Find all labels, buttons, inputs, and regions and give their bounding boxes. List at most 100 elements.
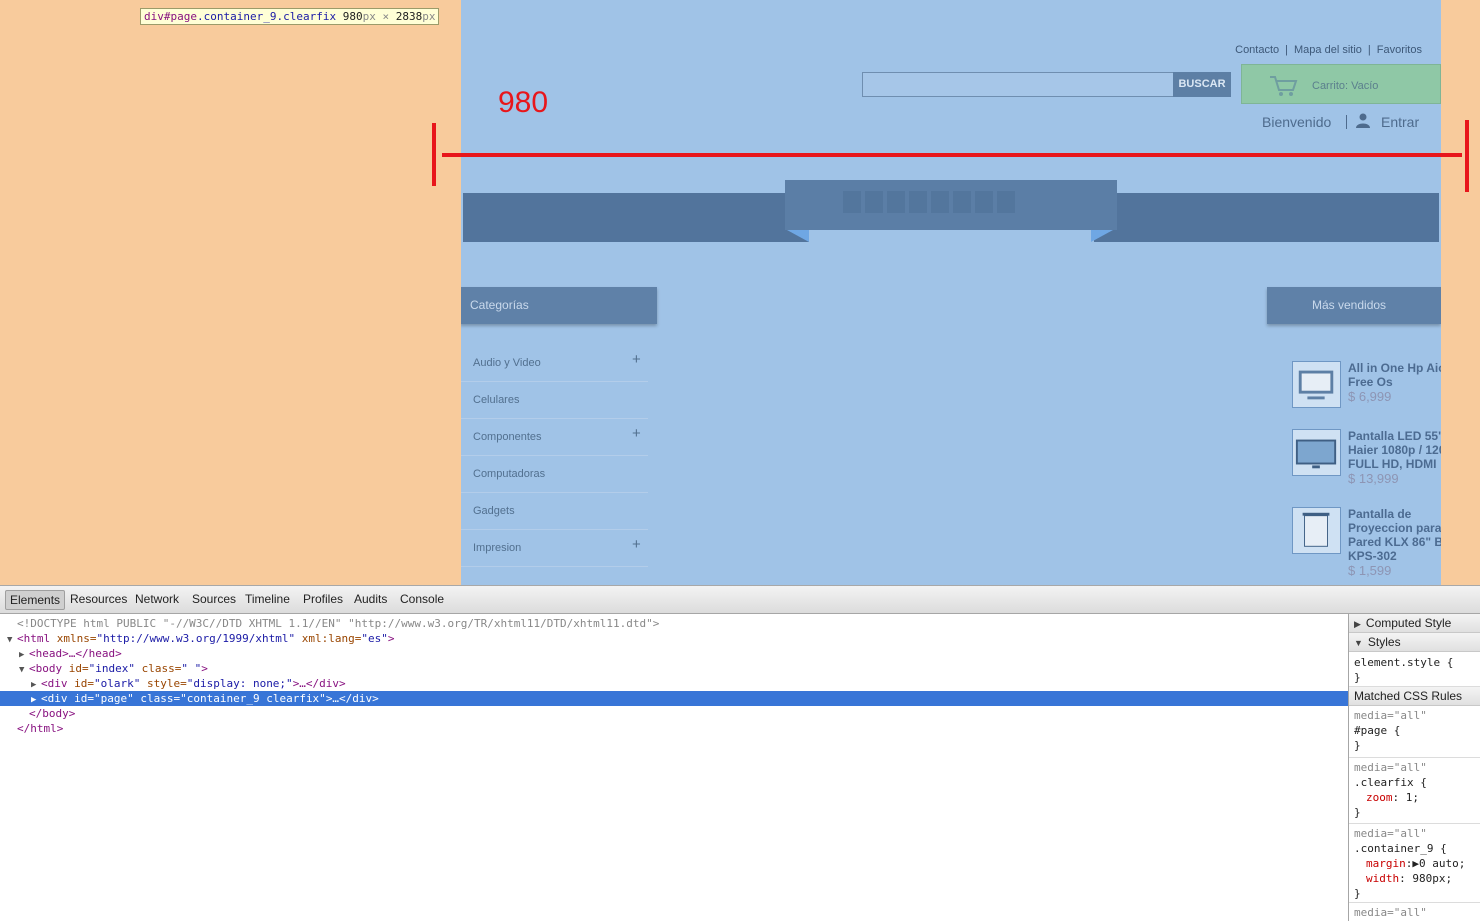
tag-close: >: [201, 662, 208, 675]
dom-page-node-selected[interactable]: ▶ <div id="page" class="container_9 clear…: [0, 691, 1348, 706]
dom-html-node[interactable]: ▼ <html xmlns="http://www.w3.org/1999/xht…: [0, 631, 1348, 646]
div-tag: <div: [41, 677, 68, 690]
tooltip-tag: div: [144, 10, 164, 23]
product-thumbnail[interactable]: [1292, 429, 1341, 476]
tooltip-classes: .container_9.clearfix: [197, 10, 337, 23]
tab-network[interactable]: Network: [135, 592, 179, 606]
banner-fold-right: [1091, 230, 1113, 242]
expand-icon[interactable]: +: [632, 536, 641, 553]
computed-style-header[interactable]: ▶ Computed Style: [1349, 614, 1480, 633]
category-item[interactable]: Componentes +: [461, 419, 648, 456]
tag-close: >…</div>: [325, 692, 379, 705]
inspector-tooltip: div#page.container_9.clearfix 980px × 28…: [140, 8, 440, 25]
attr-name: xmlns=: [50, 632, 97, 645]
attr-value: "http://www.w3.org/1999/xhtml": [96, 632, 296, 645]
dom-olark-node[interactable]: ▶ <div id="olark" style="display: none;">…: [0, 676, 1348, 691]
expand-icon[interactable]: +: [632, 425, 641, 442]
rule-selector: #page {: [1354, 724, 1401, 737]
css-property[interactable]: margin: [1366, 857, 1406, 870]
dom-html-close[interactable]: </html>: [0, 721, 1348, 736]
top-links: Contacto | Mapa del sitio | Favoritos: [1235, 44, 1422, 56]
category-item[interactable]: Gadgets: [461, 493, 648, 530]
rule-selector: .container_9 {: [1354, 842, 1447, 855]
tab-timeline[interactable]: Timeline: [245, 592, 290, 606]
category-label: Celulares: [473, 394, 520, 406]
computer-icon: [1298, 370, 1334, 400]
link-contacto[interactable]: Contacto: [1235, 44, 1279, 56]
page-viewport: Contacto | Mapa del sitio | Favoritos BUSCAR…: [0, 0, 1480, 585]
category-item[interactable]: Impresion +: [461, 530, 648, 567]
collapse-triangle-icon: ▼: [1354, 638, 1363, 648]
categories-list: Audio y Video + Celulares Componentes + Co…: [461, 345, 648, 567]
media-label: media="all": [1354, 761, 1427, 774]
css-property[interactable]: zoom: [1366, 791, 1393, 804]
attr-name: xml:lang=: [295, 632, 362, 645]
styles-label: Styles: [1367, 635, 1401, 649]
computed-style-label: Computed Style: [1365, 616, 1452, 630]
div-tag: <div: [41, 692, 68, 705]
tab-console[interactable]: Console: [400, 592, 444, 606]
matched-rules-label: Matched CSS Rules: [1354, 689, 1463, 703]
product-thumbnail[interactable]: [1292, 507, 1341, 554]
dom-doctype[interactable]: <!DOCTYPE html PUBLIC "-//W3C//DTD XHTML…: [0, 616, 1348, 631]
product-thumbnail[interactable]: [1292, 361, 1341, 408]
attr-value: " ": [181, 662, 202, 675]
css-value[interactable]: :▶0 auto;: [1406, 857, 1466, 870]
product-name[interactable]: Pantalla de Proyeccion para Pared KLX 86…: [1348, 507, 1441, 563]
category-label: Gadgets: [473, 505, 515, 517]
product-name[interactable]: All in One Hp Aio Free Os: [1348, 361, 1441, 389]
tab-profiles[interactable]: Profiles: [303, 592, 343, 606]
body-close-tag: </body>: [29, 707, 76, 720]
rule-close: }: [1354, 887, 1361, 900]
tab-elements[interactable]: Elements: [5, 590, 66, 610]
clearfix-rule[interactable]: media="all" .clearfix { zoom: 1; }: [1349, 758, 1480, 824]
best-sellers-header: Más vendidos: [1267, 287, 1441, 324]
categories-title: Categorías: [470, 298, 529, 312]
link-mapa-del-sitio[interactable]: Mapa del sitio: [1294, 44, 1362, 56]
media-label: media="all": [1354, 906, 1427, 919]
category-item[interactable]: Audio y Video +: [461, 345, 648, 382]
link-favoritos[interactable]: Favoritos: [1377, 44, 1422, 56]
element-style-rule[interactable]: element.style { }: [1349, 653, 1480, 687]
expand-triangle-icon: ▶: [1354, 619, 1361, 629]
styles-header[interactable]: ▼ Styles: [1349, 633, 1480, 652]
page-rule[interactable]: media="all" #page { }: [1349, 707, 1480, 758]
css-value[interactable]: : 980px;: [1399, 872, 1452, 885]
tab-audits[interactable]: Audits: [354, 592, 387, 606]
product-name[interactable]: Pantalla LED 55" Haier 1080p / 120 FULL …: [1348, 429, 1441, 471]
css-property[interactable]: width: [1366, 872, 1399, 885]
attr-name: class=: [133, 692, 181, 705]
attr-value: "display: none;": [186, 677, 293, 690]
cart-button[interactable]: Carrito: Vacío: [1241, 64, 1441, 104]
rule-close: }: [1354, 739, 1361, 752]
dom-head-node[interactable]: ▶ <head>…</head>: [0, 646, 1348, 661]
partial-rule[interactable]: media="all": [1349, 903, 1480, 921]
rule-selector: element.style {: [1354, 656, 1454, 669]
link-separator: |: [1285, 44, 1289, 56]
search-button[interactable]: BUSCAR: [1173, 72, 1231, 97]
css-value[interactable]: : 1;: [1393, 791, 1420, 804]
tv-icon: [1295, 439, 1337, 469]
rule-close: }: [1354, 806, 1361, 819]
tooltip-id: #page: [163, 10, 197, 23]
tab-sources[interactable]: Sources: [192, 592, 236, 606]
product-price: $ 13,999: [1348, 471, 1399, 486]
devtools-panel: Elements Resources Network Sources Timel…: [0, 585, 1480, 921]
container9-rule[interactable]: media="all" .container_9 { margin:▶0 aut…: [1349, 824, 1480, 903]
categories-header: Categorías: [461, 287, 657, 324]
rule-selector: .clearfix {: [1354, 776, 1427, 789]
annotation-tick-right: [1465, 120, 1469, 192]
search-input[interactable]: [862, 72, 1174, 97]
login-divider: [1346, 115, 1347, 129]
category-label: Impresion: [473, 542, 522, 554]
tab-resources[interactable]: Resources: [70, 592, 127, 606]
product-price: $ 1,599: [1348, 563, 1392, 578]
category-item[interactable]: Computadoras: [461, 456, 648, 493]
tooltip-height: 2838: [395, 10, 423, 23]
attr-value: "container_9 clearfix": [180, 692, 326, 705]
login-link[interactable]: Entrar: [1381, 114, 1419, 130]
dom-body-node[interactable]: ▼ <body id="index" class=" ">: [0, 661, 1348, 676]
expand-icon[interactable]: +: [632, 351, 641, 368]
category-item[interactable]: Celulares: [461, 382, 648, 419]
dom-body-close[interactable]: </body>: [0, 706, 1348, 721]
